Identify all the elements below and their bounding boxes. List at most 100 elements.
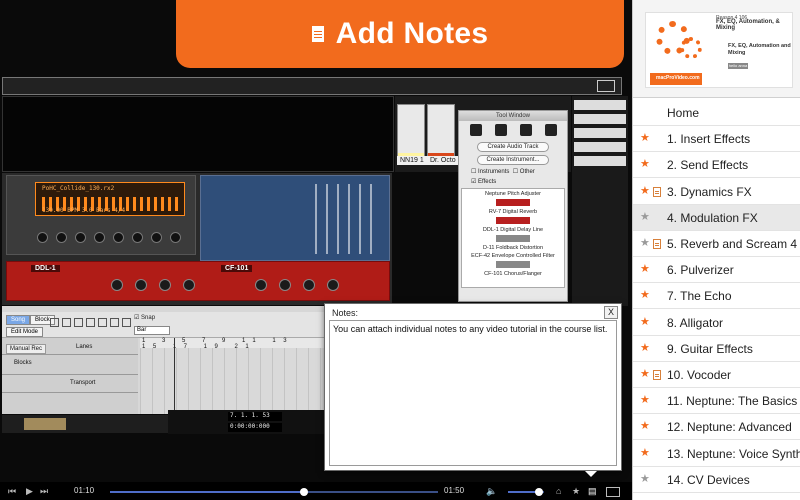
banner-title: Add Notes	[335, 17, 489, 50]
notes-pointer	[585, 471, 597, 477]
knob-row	[37, 232, 181, 243]
snap-checkbox: ☑ Snap	[134, 315, 156, 321]
effects-rack: DDL-1 CF-101	[6, 261, 390, 301]
brand-logo-text: macProVideo.com	[656, 75, 700, 81]
note-icon	[653, 239, 661, 249]
favorite-star-icon[interactable]: ★	[640, 263, 650, 276]
lesson-title: 13. Neptune: Voice Synthe	[667, 446, 800, 461]
snap-select: Bar	[134, 326, 170, 335]
rack-device	[397, 104, 425, 164]
lesson-item[interactable]: ★ 11. Neptune: The Basics	[633, 388, 800, 415]
lesson-item[interactable]: ★ 5. Reverb and Scream 4	[633, 231, 800, 257]
favorite-star-icon[interactable]: ★	[640, 368, 650, 381]
video-player[interactable]: Add Notes NN19 1 Dr. Octo Rex 1 Tool Win…	[0, 0, 632, 482]
lesson-item[interactable]: ★ 3. Dynamics FX	[633, 178, 800, 205]
hand-tool-icon	[122, 318, 131, 327]
song-block-toggle: Song Block	[6, 315, 55, 325]
cover-pill: hello anna	[728, 63, 748, 69]
volume-icon[interactable]: 🔈	[486, 485, 497, 497]
favorite-star-icon[interactable]: ★	[640, 237, 650, 250]
effect-item: Neptune Pitch Adjuster	[485, 191, 541, 197]
lesson-item[interactable]: ★ 4. Modulation FX	[633, 204, 800, 231]
lesson-item[interactable]: ★ 7. The Echo	[633, 283, 800, 310]
pencil-tool-icon	[62, 318, 71, 327]
refresh-icon	[519, 124, 532, 136]
lesson-item[interactable]: ★ 12. Neptune: Advanced	[633, 414, 800, 441]
fullscreen-icon[interactable]	[606, 487, 620, 497]
star-icon[interactable]: ★	[572, 485, 580, 497]
daw-overview-strip	[2, 77, 622, 95]
favorite-star-icon[interactable]: ★	[640, 158, 650, 171]
lesson-item[interactable]: ★ 8. Alligator	[633, 309, 800, 336]
title-banner: Add Notes	[176, 0, 624, 68]
transport-panel: 7. 1. 1. 53 0:00:00:000	[168, 410, 324, 434]
play-icon[interactable]: ▶	[26, 485, 33, 497]
instruments-checkbox: ☐ Instruments ☐ Other	[471, 169, 535, 175]
daw-instrument-rack: PoHC_Collide_130.rx2 130.00 BPM 3.0 Bars…	[2, 173, 392, 305]
effect-item: DDL-1 Digital Delay Line	[482, 227, 544, 233]
lesson-item[interactable]: ★ 2. Send Effects	[633, 152, 800, 179]
grid-icon	[597, 80, 615, 92]
lesson-title: 10. Vocoder	[667, 368, 732, 382]
track-headers: Manual Rec Lanes Blocks Transport	[2, 338, 138, 414]
synth-display: PoHC_Collide_130.rx2 130.00 BPM 3.0 Bars…	[35, 182, 185, 216]
favorite-star-icon[interactable]: ★	[640, 447, 650, 460]
volume-thumb[interactable]	[534, 488, 543, 496]
arrow-tool-icon	[50, 318, 59, 327]
course-cover[interactable]: Reason 4 106 FX, EQ, Automation, & Mixin…	[645, 12, 793, 88]
lesson-title: 2. Send Effects	[667, 158, 749, 173]
seek-bar[interactable]	[110, 491, 438, 493]
rack-device	[427, 104, 455, 164]
favorite-star-icon[interactable]: ★	[640, 394, 650, 407]
favorite-star-icon[interactable]: ★	[640, 211, 650, 224]
notes-textarea[interactable]: You can attach individual notes to any v…	[329, 320, 617, 466]
rack-label: NN19 1	[397, 156, 427, 165]
scissors-icon	[494, 124, 507, 136]
favorite-star-icon[interactable]: ★	[640, 316, 650, 329]
daw-track-area	[2, 96, 394, 172]
mixer-slot	[574, 142, 626, 152]
lesson-title: 11. Neptune: The Basics	[667, 394, 798, 409]
lesson-item[interactable]: Home	[633, 100, 800, 126]
fast-forward-icon[interactable]: ⏭	[40, 485, 48, 497]
lesson-item[interactable]: ★ 10. Vocoder	[633, 362, 800, 388]
rewind-icon[interactable]: ⏮	[8, 485, 16, 497]
lesson-item[interactable]: ★ 13. Neptune: Voice Synthe	[633, 440, 800, 467]
course-sidebar: Reason 4 106 FX, EQ, Automation, & Mixin…	[632, 0, 800, 500]
favorite-star-icon[interactable]: ★	[640, 289, 650, 302]
notes-icon[interactable]: ▤	[588, 485, 597, 497]
lesson-item[interactable]: ★ 1. Insert Effects	[633, 126, 800, 153]
lesson-title: Home	[667, 106, 700, 120]
mute-tool-icon	[98, 318, 107, 327]
home-icon[interactable]: ⌂	[556, 485, 561, 497]
lesson-title: 4. Modulation FX	[667, 210, 758, 225]
tool-window-icons	[459, 121, 567, 139]
note-icon	[653, 186, 661, 197]
favorite-star-icon[interactable]: ★	[640, 132, 650, 145]
total-time: 01:50	[444, 486, 465, 495]
favorite-star-icon[interactable]: ★	[640, 342, 650, 355]
gears-artwork	[650, 17, 710, 67]
magnify-tool-icon	[110, 318, 119, 327]
seek-thumb[interactable]	[299, 488, 308, 496]
elapsed-time: 01:10	[74, 486, 95, 495]
sampler-device	[200, 175, 390, 261]
manual-rec-button: Manual Rec	[6, 344, 47, 354]
lesson-title: 14. CV Devices	[667, 472, 750, 487]
lesson-item[interactable]: ★ 9. Guitar Effects	[633, 335, 800, 362]
position-display: 7. 1. 1. 53	[228, 412, 282, 421]
favorite-star-icon[interactable]: ★	[640, 473, 650, 486]
timeline-ruler: 1 3 5 7 9 11 13 15 17 19 21	[140, 338, 324, 350]
lesson-title: 6. Pulverizer	[667, 263, 734, 278]
mixer-slot	[574, 128, 626, 138]
lesson-item[interactable]: ★ 6. Pulverizer	[633, 257, 800, 284]
lanes-label: Lanes	[76, 344, 93, 350]
lesson-item[interactable]: ★ 14. CV Devices	[633, 466, 800, 493]
tools-icon	[469, 124, 482, 136]
notes-header: Notes:	[332, 308, 359, 318]
close-button[interactable]: X	[604, 306, 618, 319]
favorite-star-icon[interactable]: ★	[640, 420, 650, 433]
effect-item: CF-101 Chorus/Flanger	[484, 271, 542, 277]
tool-window-title: Tool Window	[459, 111, 567, 121]
favorite-star-icon[interactable]: ★	[640, 185, 650, 198]
